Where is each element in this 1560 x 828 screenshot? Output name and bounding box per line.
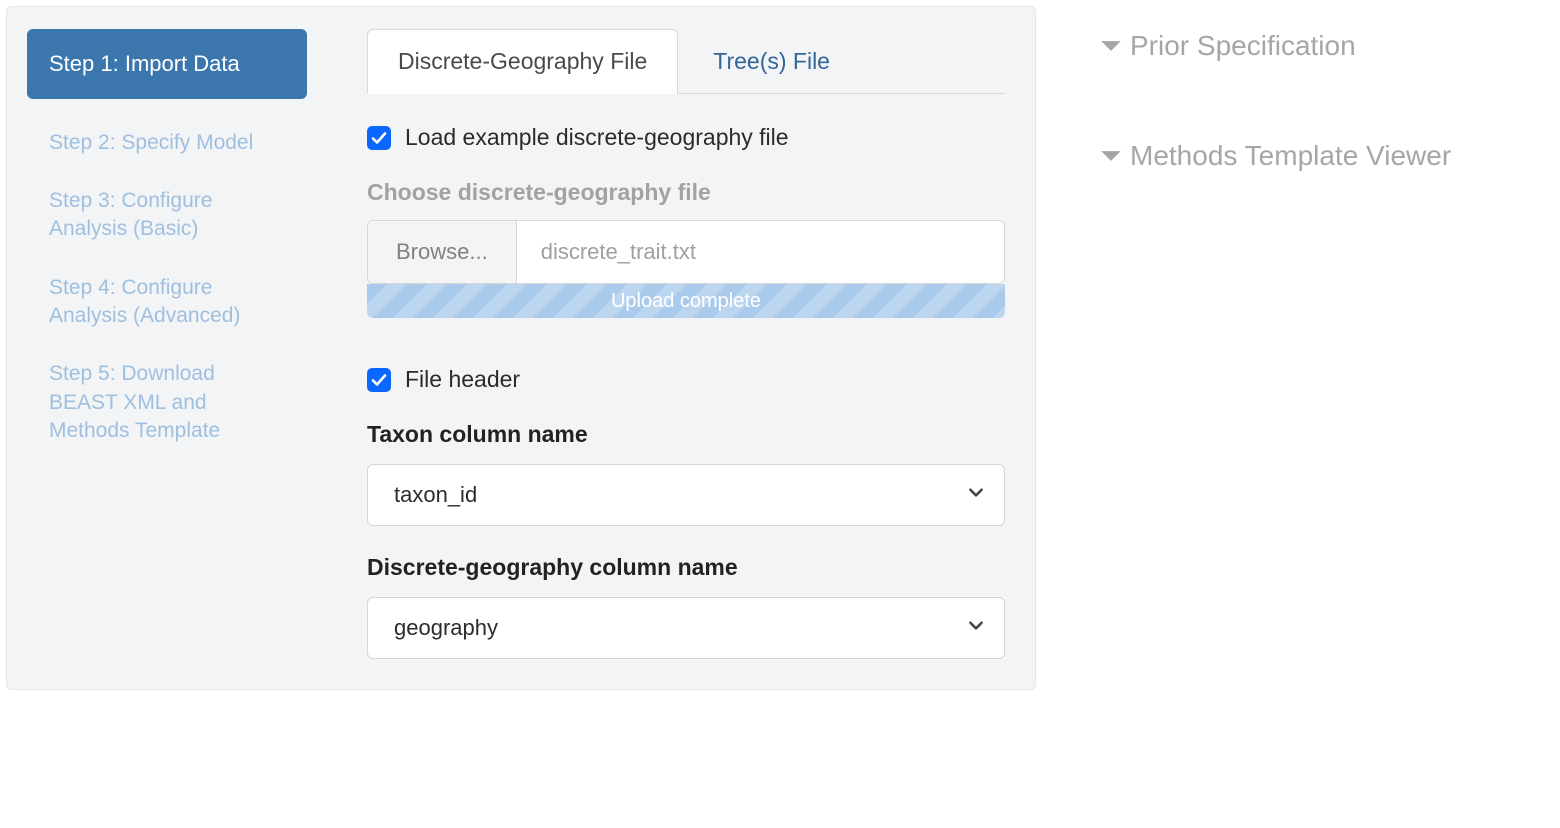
geo-column-select[interactable]: geography <box>367 597 1005 659</box>
upload-status-text: Upload complete <box>611 290 761 313</box>
step-label: Step 1: Import Data <box>49 51 240 76</box>
form-area: Load example discrete-geography file Cho… <box>367 94 1005 659</box>
step-label: Step 3: Configure Analysis (Basic) <box>49 189 212 240</box>
step-1-import-data[interactable]: Step 1: Import Data <box>27 29 307 99</box>
file-name-display: discrete_trait.txt <box>517 221 1004 283</box>
file-tabs: Discrete-Geography File Tree(s) File <box>367 29 1005 94</box>
methods-template-viewer-toggle[interactable]: Methods Template Viewer <box>1098 140 1560 172</box>
tab-label: Tree(s) File <box>713 48 830 74</box>
step-label: Step 2: Specify Model <box>49 131 253 154</box>
taxon-column-label: Taxon column name <box>367 421 1005 448</box>
taxon-select-wrap: taxon_id <box>367 464 1005 526</box>
load-example-row: Load example discrete-geography file <box>367 124 1005 151</box>
prior-specification-toggle[interactable]: Prior Specification <box>1098 30 1560 62</box>
main-form: Discrete-Geography File Tree(s) File Loa… <box>337 29 1015 659</box>
step-2-specify-model[interactable]: Step 2: Specify Model <box>27 129 307 157</box>
tab-discrete-geography-file[interactable]: Discrete-Geography File <box>367 29 678 94</box>
file-header-row: File header <box>367 366 1005 393</box>
check-icon <box>371 130 387 146</box>
step-4-configure-advanced[interactable]: Step 4: Configure Analysis (Advanced) <box>27 274 307 331</box>
chevron-down-icon <box>1098 143 1124 169</box>
choose-file-label: Choose discrete-geography file <box>367 179 1005 206</box>
left-panel: Step 1: Import Data Step 2: Specify Mode… <box>6 6 1036 690</box>
browse-button[interactable]: Browse... <box>368 221 517 283</box>
upload-progress: Upload complete <box>367 284 1005 318</box>
step-label: Step 4: Configure Analysis (Advanced) <box>49 276 240 327</box>
chevron-down-icon <box>1098 33 1124 59</box>
select-value: geography <box>394 615 498 641</box>
step-5-download[interactable]: Step 5: Download BEAST XML and Methods T… <box>27 360 307 445</box>
load-example-label: Load example discrete-geography file <box>405 124 789 151</box>
right-panel: Prior Specification Methods Template Vie… <box>1036 0 1560 690</box>
steps-nav: Step 1: Import Data Step 2: Specify Mode… <box>27 29 337 659</box>
tab-label: Discrete-Geography File <box>398 48 647 74</box>
file-header-checkbox[interactable] <box>367 368 391 392</box>
select-value: taxon_id <box>394 482 477 508</box>
step-3-configure-basic[interactable]: Step 3: Configure Analysis (Basic) <box>27 187 307 244</box>
load-example-checkbox[interactable] <box>367 126 391 150</box>
taxon-column-select[interactable]: taxon_id <box>367 464 1005 526</box>
collapsible-label: Prior Specification <box>1130 30 1356 62</box>
file-input-row: Browse... discrete_trait.txt <box>367 220 1005 284</box>
collapsible-label: Methods Template Viewer <box>1130 140 1451 172</box>
step-label: Step 5: Download BEAST XML and Methods T… <box>49 362 220 442</box>
file-header-label: File header <box>405 366 520 393</box>
geo-column-label: Discrete-geography column name <box>367 554 1005 581</box>
tab-trees-file[interactable]: Tree(s) File <box>678 29 865 93</box>
check-icon <box>371 372 387 388</box>
geo-select-wrap: geography <box>367 597 1005 659</box>
browse-label: Browse... <box>396 239 488 265</box>
page-root: Step 1: Import Data Step 2: Specify Mode… <box>0 0 1560 690</box>
